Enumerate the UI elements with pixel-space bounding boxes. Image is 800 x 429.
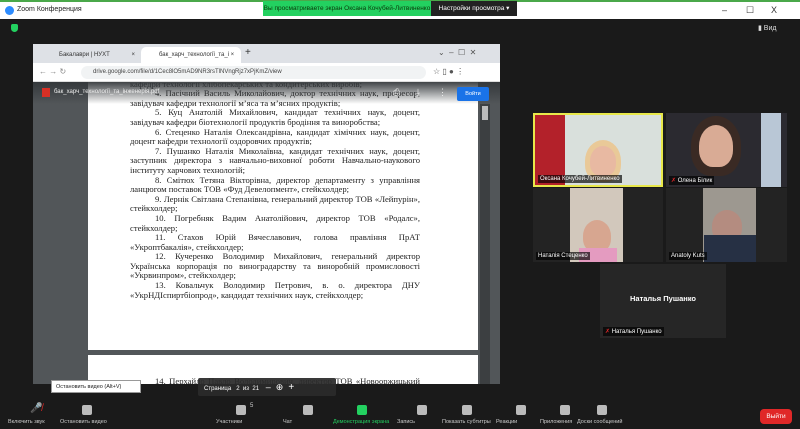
document-paragraph: 13. Ковальчук Володимир Петрович, в. о. …: [130, 280, 420, 300]
more-icon[interactable]: ⋮: [438, 87, 447, 98]
window-controls[interactable]: ⌄ – ☐ ✕: [438, 48, 476, 57]
whiteboards-label: Доски сообщений: [577, 419, 623, 425]
participant-name: Оксана Кочубей-Литвиненко: [538, 175, 622, 183]
address-bar-row: ← → ↻ drive.google.com/file/d/1Cec8lO5mA…: [33, 63, 500, 82]
reactions-icon: [516, 405, 526, 415]
share-screen-label: Демонстрация экрана: [333, 419, 390, 425]
record-icon: [417, 405, 427, 415]
shared-browser-window: Бакалаври | НУХТ × бак_харч_технології_т…: [33, 44, 500, 384]
view-button[interactable]: ▮ Вид: [758, 24, 776, 32]
document-paragraph: 7. Пушанко Наталія Миколаївна, кандидат …: [130, 145, 420, 175]
pdf-file-icon: [42, 88, 50, 97]
muted-mic-icon: ✗: [671, 178, 677, 184]
whiteboards-button[interactable]: Доски сообщений: [577, 400, 647, 429]
close-tab-icon[interactable]: ×: [131, 52, 135, 58]
pdf-file-name: бак_харч_технології_та_інженерія.pdf: [54, 89, 160, 95]
record-label: Запись: [397, 419, 416, 425]
view-label: Вид: [763, 25, 777, 32]
apps-label: Приложения: [540, 419, 573, 425]
security-shield-icon[interactable]: [11, 24, 18, 32]
scrollbar[interactable]: [480, 104, 490, 384]
zoom-logo-icon: [5, 6, 14, 15]
browser-toolbar-icons[interactable]: ☆ ▯ ● ⋮: [433, 67, 464, 76]
nav-buttons-icon[interactable]: ← → ↻: [39, 67, 66, 76]
zoom-in-button[interactable]: +: [288, 382, 294, 393]
apps-icon: [560, 405, 570, 415]
stop-video-icon: [82, 405, 92, 415]
participants-label: Участники: [216, 419, 243, 425]
participant-name: Наталія Стеценко: [536, 252, 590, 260]
window-title: Zoom Конференция: [17, 6, 82, 13]
share-screen-button[interactable]: Демонстрация экрана: [333, 400, 403, 429]
participant-name: ✗ Олена Білик: [669, 176, 715, 185]
tab-label: Бакалаври | НУХТ: [59, 52, 110, 58]
zoom-out-button[interactable]: –: [266, 382, 271, 392]
document-paragraph: 9. Лернік Світлана Степанівна, генеральн…: [130, 193, 420, 214]
close-button[interactable]: X: [771, 5, 777, 15]
chat-label: Чат: [283, 419, 293, 425]
participants-icon: [236, 405, 246, 415]
participant-tile-video-off[interactable]: Наталья Пушанко ✗ Наталья Пушанко: [600, 264, 726, 338]
participant-name-label: Наталья Пушанко: [611, 329, 662, 335]
document-paragraph: 12. Кучеренко Володимир Михайлович, гене…: [130, 251, 420, 281]
maximize-button[interactable]: ☐: [746, 5, 754, 16]
new-tab-button[interactable]: +: [245, 47, 251, 58]
stop-video-label: Остановить видео: [60, 419, 107, 425]
share-screen-icon: [357, 405, 367, 415]
minimize-button[interactable]: –: [722, 5, 727, 15]
participant-display-name: Наталья Пушанко: [629, 294, 697, 303]
zoom-fit-icon[interactable]: ⊕: [276, 382, 284, 392]
participant-name-label: Олена Білик: [677, 178, 713, 184]
whiteboards-icon: [597, 405, 607, 415]
chat-icon: [303, 405, 313, 415]
current-page-input[interactable]: 2: [236, 386, 239, 392]
pdf-page: 3. Бонк Олена Анатоліївна, кандидат техн…: [88, 82, 478, 350]
sign-in-button[interactable]: Войти: [457, 87, 489, 101]
of-label: из: [242, 386, 250, 392]
browser-tab[interactable]: Бакалаври | НУХТ ×: [41, 47, 139, 63]
reactions-label: Реакции: [496, 419, 518, 425]
pdf-viewer-toolbar: бак_харч_технології_та_інженерія.pdf ⎙ ⤓…: [33, 82, 500, 104]
stop-video-button[interactable]: Остановить видео: [60, 400, 130, 429]
url-input[interactable]: drive.google.com/file/d/1Cec8lO5mAD9NR3r…: [81, 66, 426, 79]
muted-mic-icon: ✗: [605, 329, 611, 335]
participants-button[interactable]: Участники 5: [216, 400, 286, 429]
participant-name: Anatoly Kuts: [669, 252, 707, 260]
print-icon[interactable]: ⎙: [393, 87, 400, 98]
view-settings-button[interactable]: Настройки просмотра ▾: [431, 1, 517, 16]
pdf-page-indicator: Страница 2 из 21 – ⊕ +: [198, 378, 336, 396]
close-tab-icon[interactable]: ×: [231, 52, 235, 58]
page-label: Страница: [204, 386, 232, 392]
document-paragraph: 6. Стеценко Наталія Олександрівна, канди…: [130, 126, 420, 147]
browser-tab-active[interactable]: бак_харч_технології_та_інженерія... ×: [141, 47, 241, 63]
total-pages: 21: [252, 386, 260, 392]
participant-count: 5: [250, 403, 254, 409]
participant-tile[interactable]: ✗ Олена Білик: [666, 113, 787, 187]
participant-name: ✗ Наталья Пушанко: [603, 327, 664, 336]
document-paragraph: 8. Смітюх Тетяна Вікторівна, директор де…: [130, 174, 420, 195]
document-paragraph: 10. Погребняк Вадим Анатолійович, директ…: [130, 212, 420, 233]
leave-button[interactable]: Выйти: [760, 409, 792, 424]
document-paragraph: 5. Куц Анатолій Михайлович, кандидат тех…: [130, 107, 420, 127]
participant-tile[interactable]: Anatoly Kuts: [666, 188, 787, 262]
captions-label: Показать субтитры: [442, 419, 491, 425]
download-icon[interactable]: ⤓: [416, 87, 420, 98]
tab-label: бак_харч_технології_та_інженерія...: [159, 52, 229, 58]
captions-icon: [462, 405, 472, 415]
unmute-icon: 🎤̸: [30, 403, 43, 414]
scrollbar-thumb[interactable]: [482, 106, 488, 120]
participant-tile-active-speaker[interactable]: Оксана Кочубей-Литвиненко: [533, 113, 663, 187]
participant-tile[interactable]: Наталія Стеценко: [533, 188, 663, 262]
screen-share-banner: Вы просматриваете экран Оксана Кочубей-Л…: [263, 1, 431, 16]
document-paragraph: 11. Стахов Юрій Вячеславович, голова пра…: [130, 232, 420, 252]
tooltip: Остановить видео (Alt+V): [51, 380, 141, 393]
unmute-label: Включить звук: [8, 419, 45, 425]
browser-tab-bar: Бакалаври | НУХТ × бак_харч_технології_т…: [33, 44, 500, 63]
